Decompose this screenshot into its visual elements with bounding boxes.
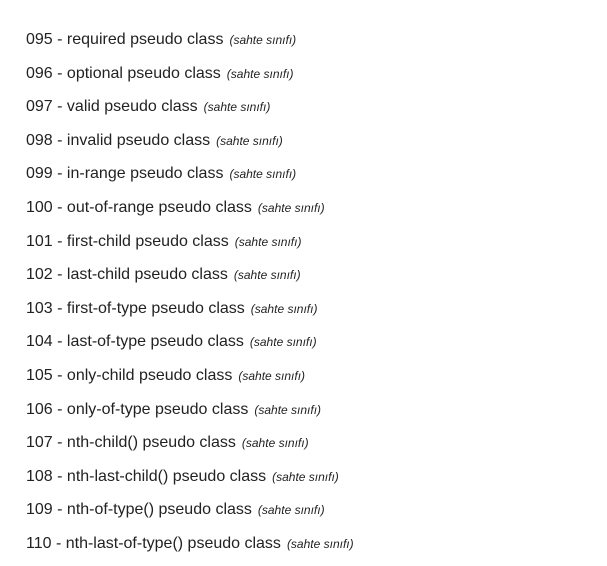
list-item-note: (sahte sınıfı)	[229, 167, 297, 182]
list-item: 103 - first-of-type pseudo class (sahte …	[26, 297, 354, 331]
list-item: 096 - optional pseudo class (sahte sınıf…	[26, 62, 354, 96]
list-item: 100 - out-of-range pseudo class (sahte s…	[26, 196, 354, 230]
list-item-link[interactable]: 101 - first-child pseudo class	[26, 233, 229, 250]
list-item: 108 - nth-last-child() pseudo class (sah…	[26, 465, 354, 499]
list-item: 099 - in-range pseudo class (sahte sınıf…	[26, 162, 354, 196]
list-item-note: (sahte sınıfı)	[233, 268, 301, 283]
list-item-link[interactable]: 110 - nth-last-of-type() pseudo class	[26, 535, 281, 552]
list-item: 110 - nth-last-of-type() pseudo class (s…	[26, 532, 354, 566]
list-item: 105 - only-child pseudo class (sahte sın…	[26, 364, 354, 398]
list-item-note: (sahte sınıfı)	[249, 335, 317, 350]
list-item-note: (sahte sınıfı)	[254, 402, 322, 417]
list-item-note: (sahte sınıfı)	[250, 301, 318, 316]
list-item-note: (sahte sınıfı)	[272, 469, 339, 484]
list-item-note: (sahte sınıfı)	[226, 66, 294, 81]
list-item-link[interactable]: 095 - required pseudo class	[26, 31, 223, 48]
list-item-note: (sahte sınıfı)	[257, 503, 325, 518]
list-item-link[interactable]: 097 - valid pseudo class	[26, 98, 198, 115]
list-item: 101 - first-child pseudo class (sahte sı…	[26, 230, 354, 264]
list-item-link[interactable]: 100 - out-of-range pseudo class	[26, 199, 252, 216]
list-item-link[interactable]: 104 - last-of-type pseudo class	[26, 333, 244, 350]
list-item-link[interactable]: 106 - only-of-type pseudo class	[26, 401, 248, 418]
list-item: 106 - only-of-type pseudo class (sahte s…	[26, 398, 354, 432]
list-item-link[interactable]: 096 - optional pseudo class	[26, 65, 221, 82]
list-item: 109 - nth-of-type() pseudo class (sahte …	[26, 498, 354, 532]
list-item-note: (sahte sınıfı)	[286, 536, 354, 551]
list-item: 102 - last-child pseudo class (sahte sın…	[26, 263, 354, 297]
list-item-link[interactable]: 102 - last-child pseudo class	[26, 266, 228, 283]
list-item-note: (sahte sınıfı)	[216, 133, 283, 148]
list-item-link[interactable]: 109 - nth-of-type() pseudo class	[26, 501, 252, 518]
list-item-link[interactable]: 107 - nth-child() pseudo class	[26, 434, 236, 451]
list-item-link[interactable]: 108 - nth-last-child() pseudo class	[26, 468, 266, 485]
list-item-link[interactable]: 103 - first-of-type pseudo class	[26, 300, 245, 317]
list-item: 104 - last-of-type pseudo class (sahte s…	[26, 330, 354, 364]
list-item: 107 - nth-child() pseudo class (sahte sı…	[26, 431, 354, 465]
list-item-note: (sahte sınıfı)	[238, 368, 306, 383]
pseudo-class-list: 095 - required pseudo class (sahte sınıf…	[26, 28, 354, 566]
list-item: 095 - required pseudo class (sahte sınıf…	[26, 28, 354, 62]
list-item: 097 - valid pseudo class (sahte sınıfı)	[26, 95, 354, 129]
list-item-note: (sahte sınıfı)	[257, 200, 325, 215]
list-item: 098 - invalid pseudo class (sahte sınıfı…	[26, 129, 354, 163]
list-item-note: (sahte sınıfı)	[203, 100, 271, 115]
list-item-note: (sahte sınıfı)	[241, 436, 309, 451]
list-item-link[interactable]: 099 - in-range pseudo class	[26, 165, 223, 182]
list-item-link[interactable]: 098 - invalid pseudo class	[26, 132, 210, 149]
list-item-note: (sahte sınıfı)	[229, 33, 297, 47]
list-item-link[interactable]: 105 - only-child pseudo class	[26, 367, 232, 384]
list-item-note: (sahte sınıfı)	[234, 234, 302, 249]
